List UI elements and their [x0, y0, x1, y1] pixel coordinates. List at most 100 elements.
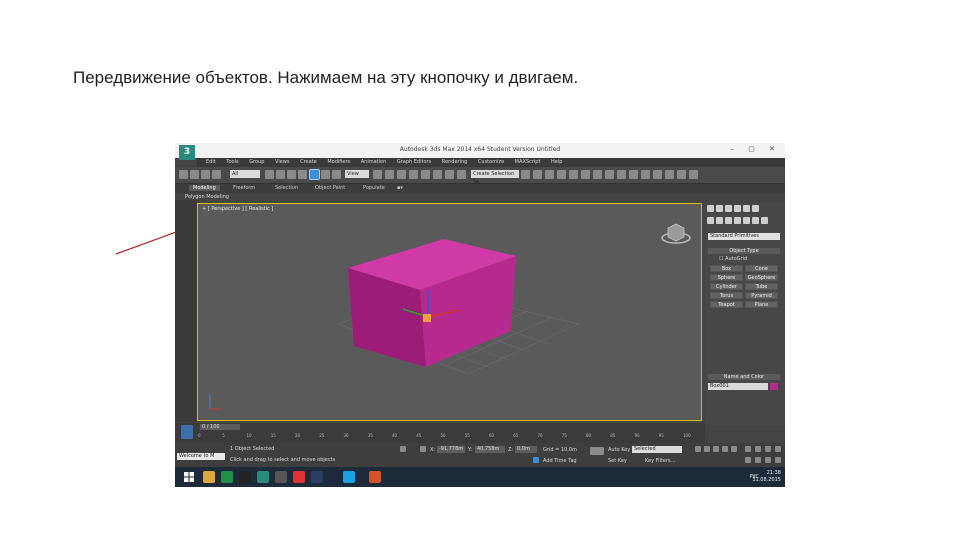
reference-coordinate-dropdown[interactable]: View — [345, 170, 369, 178]
hierarchy-tab-icon[interactable] — [725, 205, 732, 212]
menu-views[interactable]: Views — [275, 158, 289, 167]
menu-customize[interactable]: Customize — [478, 158, 504, 167]
tab-freeform[interactable]: Freeform — [233, 185, 255, 191]
system-clock[interactable]: 21:38 31.08.2015 — [752, 470, 781, 484]
selection-lock-icon[interactable] — [400, 446, 406, 452]
geosphere-button[interactable]: GeoSphere — [745, 274, 778, 281]
snap-toggle-icon[interactable] — [409, 170, 418, 179]
keyboard-shortcut-icon[interactable] — [397, 170, 406, 179]
selection-filter-dropdown[interactable]: All — [230, 170, 260, 178]
render-setup-icon[interactable] — [605, 170, 614, 179]
primitives-dropdown[interactable]: Standard Primitives — [708, 233, 780, 240]
shapes-icon[interactable] — [716, 217, 723, 224]
object-type-rollout[interactable]: Object Type — [708, 248, 780, 254]
add-time-tag[interactable]: Add Time Tag — [543, 458, 577, 464]
mini-listener-icon[interactable] — [181, 425, 193, 439]
set-key-button[interactable]: Set Key — [608, 458, 627, 464]
render-teapot-icon[interactable] — [677, 170, 686, 179]
pan-icon[interactable] — [755, 457, 761, 463]
curve-editor-icon[interactable] — [569, 170, 578, 179]
key-filters-button[interactable]: Key Filters... — [645, 458, 675, 464]
render-iterative-icon[interactable] — [641, 170, 650, 179]
orbit-icon[interactable] — [765, 457, 771, 463]
helpers-icon[interactable] — [743, 217, 750, 224]
ribbon-options-icon[interactable]: ▪▾ — [397, 185, 403, 191]
calculator-icon[interactable] — [275, 471, 287, 483]
menu-modifiers[interactable]: Modifiers — [327, 158, 350, 167]
object-color-swatch[interactable] — [770, 383, 778, 390]
add-time-tag-icon[interactable] — [533, 457, 539, 463]
create-tab-icon[interactable] — [707, 205, 714, 212]
name-color-rollout[interactable]: Name and Color — [708, 374, 780, 380]
key-icon[interactable] — [590, 447, 604, 455]
cone-button[interactable]: Cone — [745, 265, 778, 272]
zoom-icon[interactable] — [745, 446, 751, 452]
plane-button[interactable]: Plane — [745, 301, 778, 308]
render-production-icon[interactable] — [629, 170, 638, 179]
toolbar-expand-icon[interactable] — [689, 170, 698, 179]
maxscript-listener-field[interactable]: Welcome to M — [177, 453, 225, 460]
spinner-snap-icon[interactable] — [445, 170, 454, 179]
sphere-button[interactable]: Sphere — [710, 274, 743, 281]
previous-frame-icon[interactable] — [704, 446, 710, 452]
auto-key-button[interactable]: Auto Key — [608, 447, 630, 453]
select-and-move-icon[interactable] — [309, 169, 320, 180]
align-icon[interactable] — [533, 170, 542, 179]
cylinder-button[interactable]: Cylinder — [710, 283, 743, 290]
autogrid-checkbox[interactable]: ☐ AutoGrid — [719, 256, 747, 262]
window-crossing-icon[interactable] — [298, 170, 307, 179]
select-manipulate-icon[interactable] — [385, 170, 394, 179]
select-by-name-icon[interactable] — [276, 170, 285, 179]
link-icon[interactable] — [201, 170, 210, 179]
x-coordinate-field[interactable]: -91,778m — [437, 446, 465, 453]
tab-object-paint[interactable]: Object Paint — [315, 185, 345, 191]
percent-snap-icon[interactable] — [433, 170, 442, 179]
menu-create[interactable]: Create — [300, 158, 317, 167]
utilities-tab-icon[interactable] — [752, 205, 759, 212]
file-explorer-icon[interactable] — [203, 471, 215, 483]
tab-modeling[interactable]: Modeling — [189, 185, 220, 191]
menu-animation[interactable]: Animation — [361, 158, 387, 167]
yandex-browser-icon[interactable] — [293, 471, 305, 483]
play-icon[interactable] — [713, 446, 719, 452]
tube-button[interactable]: Tube — [745, 283, 778, 290]
rendered-frame-icon[interactable] — [617, 170, 626, 179]
menu-tools[interactable]: Tools — [226, 158, 238, 167]
menu-rendering[interactable]: Rendering — [442, 158, 468, 167]
pyramid-button[interactable]: Pyramid — [745, 292, 778, 299]
tab-selection[interactable]: Selection — [275, 185, 298, 191]
graphite-toggle-icon[interactable] — [557, 170, 566, 179]
object-name-field[interactable]: Box001 — [708, 383, 768, 390]
go-to-start-icon[interactable] — [695, 446, 701, 452]
activeshade-icon[interactable] — [653, 170, 662, 179]
perspective-viewport[interactable]: + [ Perspective ] [ Realistic ] — [197, 203, 702, 421]
menu-group[interactable]: Group — [249, 158, 264, 167]
redo-icon[interactable] — [190, 170, 199, 179]
space-warps-icon[interactable] — [752, 217, 759, 224]
absolute-mode-icon[interactable] — [420, 446, 426, 452]
window-controls[interactable]: – ▢ ✕ — [731, 145, 781, 153]
timeline-ruler[interactable]: 0 5 10 15 20 25 30 35 40 45 50 55 60 65 70 75 80 85 90 95 10… — [198, 433, 691, 442]
3dsmax-taskbar-icon[interactable] — [257, 471, 269, 483]
undo-icon[interactable] — [179, 170, 188, 179]
mirror-icon[interactable] — [521, 170, 530, 179]
auto-key-mode-dropdown[interactable]: Selected — [632, 446, 682, 453]
cameras-icon[interactable] — [734, 217, 741, 224]
pivot-center-icon[interactable] — [373, 170, 382, 179]
ok-app-icon[interactable] — [239, 471, 251, 483]
lights-icon[interactable] — [725, 217, 732, 224]
field-of-view-icon[interactable] — [745, 457, 751, 463]
menu-maxscript[interactable]: MAXScript — [515, 158, 541, 167]
store-icon[interactable] — [221, 471, 233, 483]
named-selection-dropdown[interactable]: Create Selection Se — [471, 170, 519, 185]
select-object-icon[interactable] — [265, 170, 274, 179]
z-coordinate-field[interactable]: 0,0m — [515, 446, 537, 453]
zoom-all-icon[interactable] — [755, 446, 761, 452]
material-editor-icon[interactable] — [593, 170, 602, 179]
select-and-scale-icon[interactable] — [332, 170, 341, 179]
modify-tab-icon[interactable] — [716, 205, 723, 212]
systems-icon[interactable] — [761, 217, 768, 224]
zoom-extents-all-icon[interactable] — [775, 446, 781, 452]
select-and-rotate-icon[interactable] — [321, 170, 330, 179]
viewcube-icon[interactable] — [661, 223, 691, 244]
